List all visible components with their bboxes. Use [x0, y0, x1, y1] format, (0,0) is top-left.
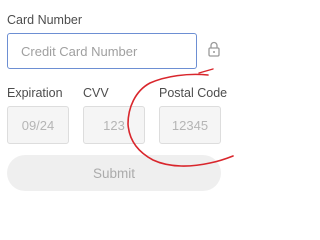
submit-button[interactable]: Submit [7, 155, 221, 191]
cvv-placeholder: 123 [103, 117, 125, 133]
card-number-label: Card Number [7, 13, 83, 27]
postal-code-label: Postal Code [159, 86, 228, 100]
postal-code-input[interactable]: 12345 [159, 106, 221, 144]
postal-code-placeholder: 12345 [171, 117, 209, 133]
payment-form: Card Number Credit Card Number Expiratio… [0, 0, 237, 212]
card-number-placeholder: Credit Card Number [21, 43, 138, 59]
expiration-label: Expiration [7, 86, 63, 100]
submit-button-label: Submit [92, 165, 136, 181]
lock-icon [208, 41, 220, 57]
expiration-input[interactable]: 09/24 [7, 106, 69, 144]
cvv-input[interactable]: 123 [83, 106, 145, 144]
cvv-label: CVV [83, 86, 109, 100]
expiration-placeholder: 09/24 [21, 117, 55, 133]
card-number-input[interactable]: Credit Card Number [7, 33, 197, 69]
